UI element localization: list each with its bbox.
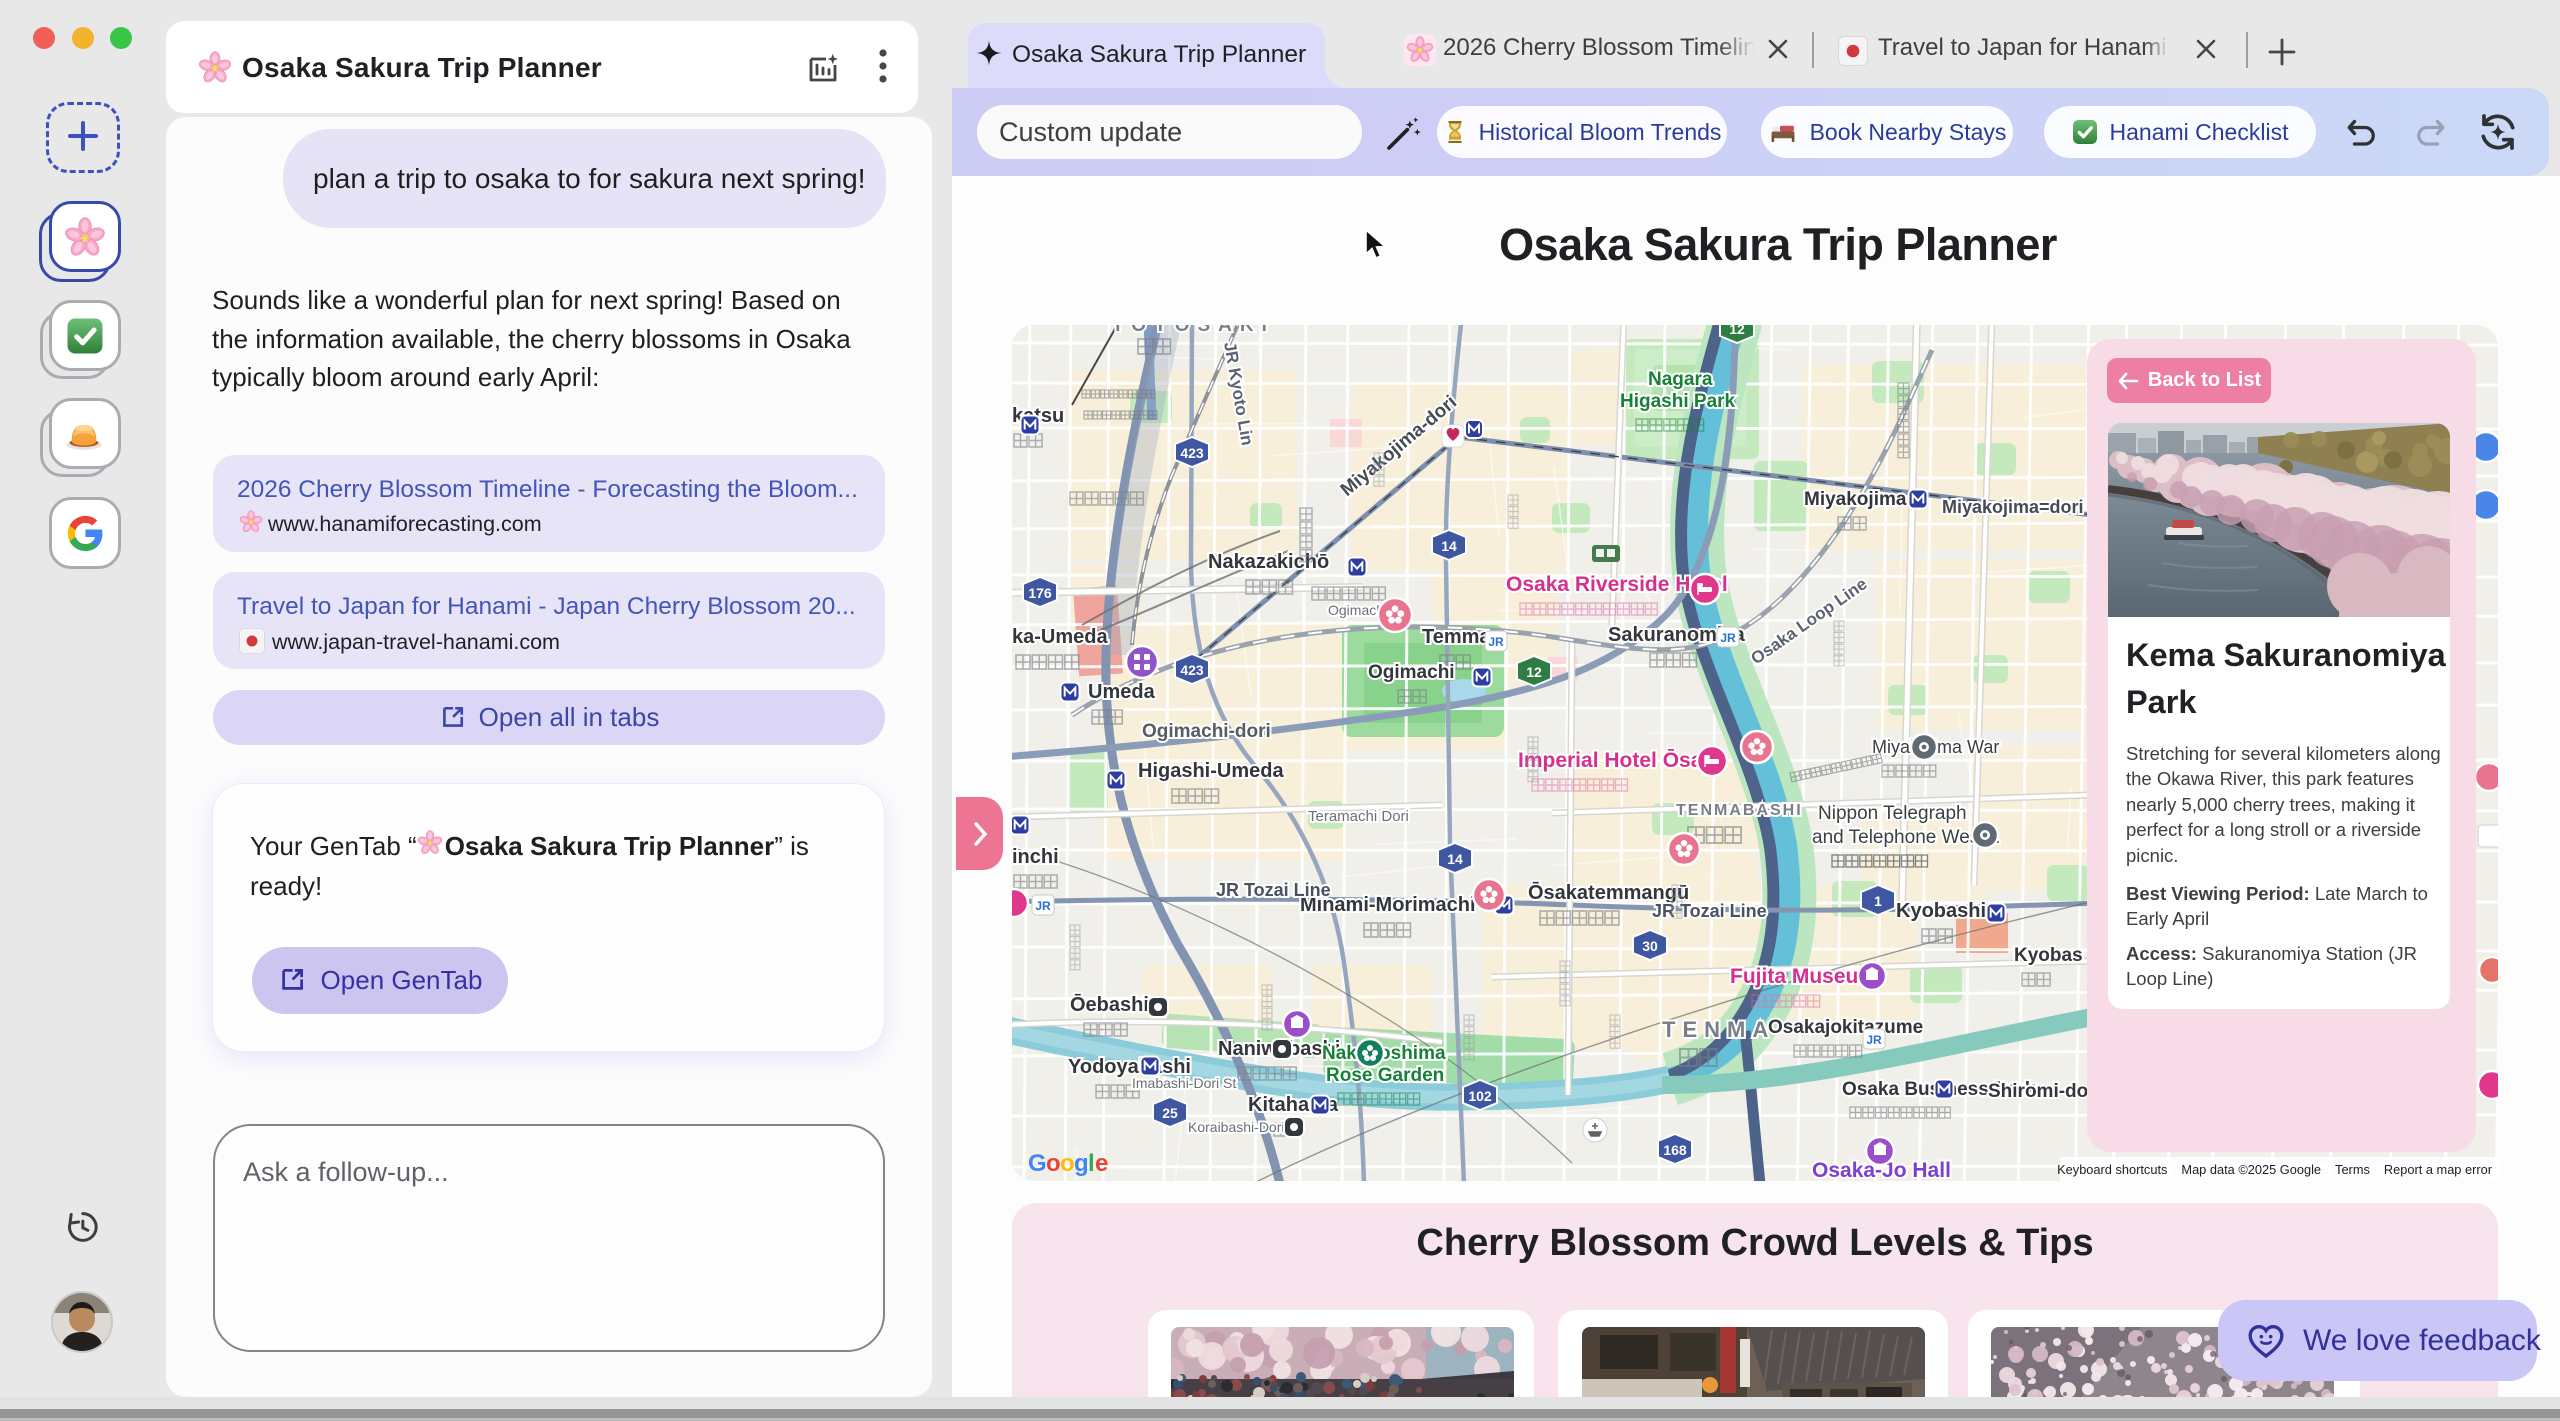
svg-text:G: G (1028, 1150, 1047, 1177)
svg-text:o: o (1046, 1150, 1061, 1177)
svg-text:Rose Garden: Rose Garden (1326, 1065, 1444, 1086)
svg-text:1: 1 (1874, 893, 1882, 909)
svg-text:176: 176 (1028, 585, 1052, 601)
svg-text:12: 12 (1526, 664, 1542, 680)
svg-text:o: o (1060, 1150, 1075, 1177)
svg-text:Kyobashi: Kyobashi (1896, 900, 1986, 922)
svg-text:JR: JR (1488, 635, 1504, 649)
svg-text:JR: JR (1866, 1033, 1882, 1047)
svg-text:Imperial Hotel Ōsaka: Imperial Hotel Ōsaka (1518, 749, 1726, 772)
svg-text:Higashi Park: Higashi Park (1620, 391, 1736, 412)
svg-text:Fujita Museum: Fujita Museum (1730, 965, 1877, 988)
svg-text:Nagara: Nagara (1648, 369, 1713, 390)
svg-text:Shiromi-dor: Shiromi-dor (1988, 1081, 2096, 1102)
svg-text:Nippon Telegraph: Nippon Telegraph (1818, 803, 1967, 824)
svg-text:14: 14 (1447, 851, 1463, 867)
svg-text:14: 14 (1441, 538, 1457, 554)
svg-text:Miyakojima=dori: Miyakojima=dori (1942, 497, 2084, 517)
svg-text:102: 102 (1468, 1088, 1492, 1104)
svg-text:Ōebashi: Ōebashi (1070, 994, 1149, 1016)
svg-text:Osakajokitazume: Osakajokitazume (1768, 1017, 1923, 1038)
svg-text:TOYOSAKI: TOYOSAKI (1112, 325, 1275, 336)
svg-text:JR: JR (1720, 631, 1736, 645)
svg-text:JR Tozai Line: JR Tozai Line (1216, 880, 1331, 900)
svg-text:423: 423 (1180, 445, 1204, 461)
svg-text:g: g (1074, 1150, 1089, 1177)
svg-text:TENMA: TENMA (1662, 1017, 1775, 1042)
svg-text:Higashi-Umeda: Higashi-Umeda (1138, 760, 1284, 782)
svg-text:168: 168 (1663, 1142, 1687, 1158)
svg-text:Teramachi Dori: Teramachi Dori (1308, 808, 1409, 825)
svg-text:Kyobas: Kyobas (2014, 945, 2083, 966)
svg-text:TENMABASHI: TENMABASHI (1676, 802, 1803, 819)
svg-text:Miyakojima: Miyakojima (1804, 489, 1907, 510)
svg-text:30: 30 (1642, 938, 1658, 954)
svg-text:423: 423 (1180, 662, 1204, 678)
svg-text:Ogimachi-dori: Ogimachi-dori (1142, 721, 1271, 742)
svg-text:inchi: inchi (1012, 846, 1059, 868)
svg-text:e: e (1095, 1150, 1108, 1177)
svg-text:l: l (1088, 1150, 1095, 1177)
svg-text:Umeda: Umeda (1088, 681, 1156, 703)
svg-text:Ogimachi: Ogimachi (1368, 662, 1455, 683)
svg-text:25: 25 (1162, 1105, 1178, 1121)
svg-text:ka-Umeda: ka-Umeda (1012, 626, 1108, 648)
svg-text:Temma: Temma (1422, 626, 1491, 648)
svg-text:JR Tozai Line: JR Tozai Line (1652, 901, 1767, 921)
svg-text:Imabashi-Dori St: Imabashi-Dori St (1132, 1075, 1236, 1091)
svg-text:12: 12 (1729, 325, 1745, 337)
svg-text:JR: JR (1035, 899, 1051, 913)
